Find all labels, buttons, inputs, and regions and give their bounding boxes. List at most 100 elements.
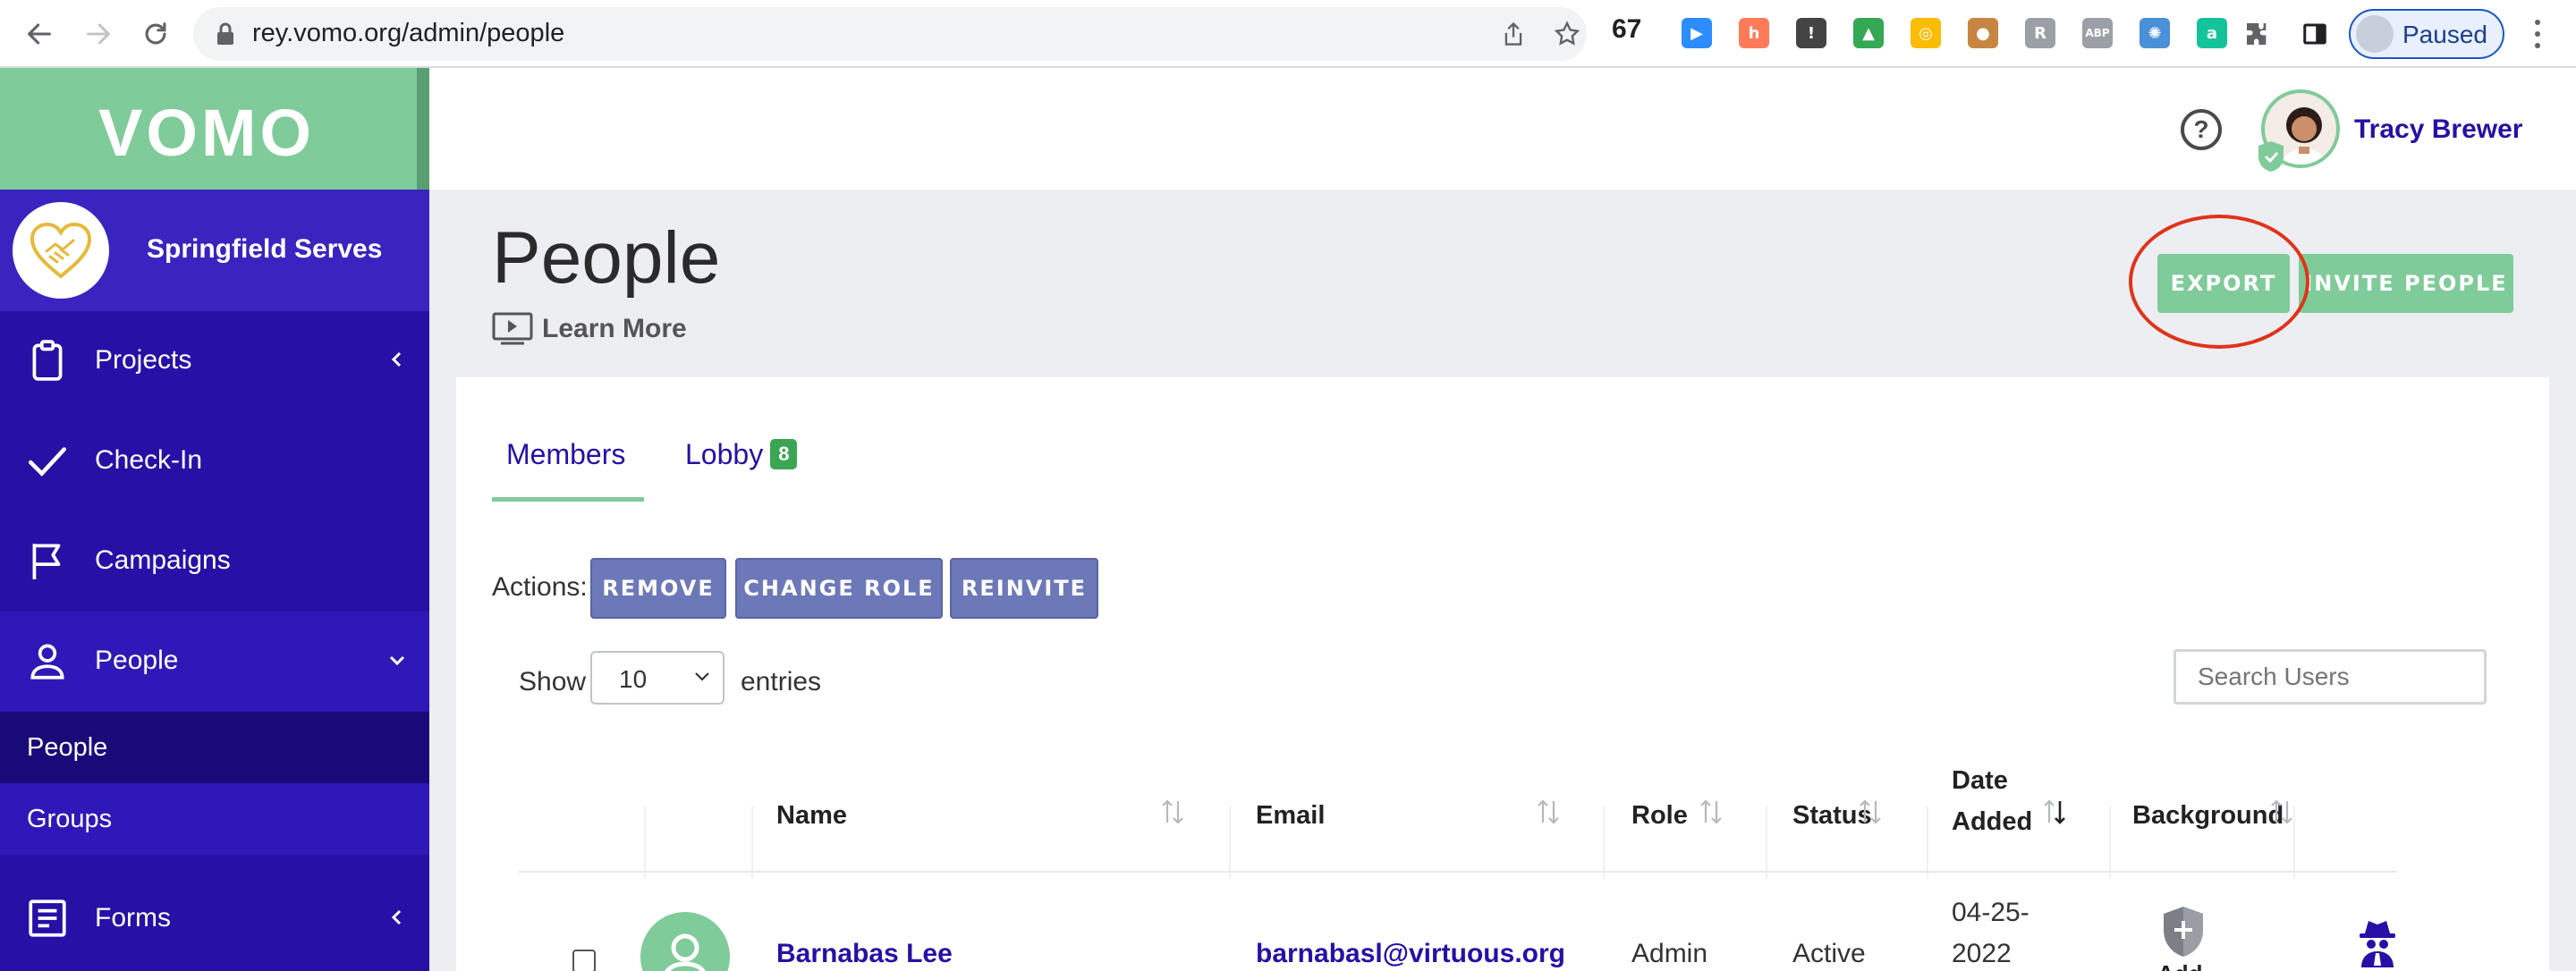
person-placeholder-icon: [665, 933, 706, 971]
column-divider: [1229, 806, 1231, 878]
share-icon[interactable]: [1497, 18, 1530, 50]
chevron-down-icon: [695, 672, 709, 681]
change-role-button[interactable]: CHANGE ROLE: [735, 558, 943, 619]
column-header-date-added[interactable]: Date Added: [1952, 760, 2050, 842]
video-play-icon: [492, 312, 533, 345]
sidebar-item-forms[interactable]: Forms: [0, 869, 429, 969]
org-name: Springfield Serves: [147, 234, 383, 264]
show-label: Show: [519, 667, 587, 697]
cookie-icon[interactable]: ●: [1968, 18, 1998, 48]
side-panel-icon[interactable]: [2299, 18, 2331, 50]
top-header: ? Tracy Brewer: [429, 68, 2576, 190]
annotation-circle: [2129, 215, 2309, 349]
entries-label: entries: [741, 667, 822, 697]
spy-detective-icon[interactable]: [2356, 917, 2399, 967]
zoom-icon[interactable]: ▶: [1682, 18, 1712, 48]
row-select-checkbox[interactable]: [572, 950, 596, 971]
entries-select[interactable]: 10: [590, 651, 724, 705]
brand-edge: [417, 68, 429, 190]
sidebar-item-label: People: [95, 646, 179, 675]
sidebar-item-check-in[interactable]: Check-In: [0, 411, 429, 511]
sidebar-subitem-people[interactable]: People: [0, 712, 429, 783]
grammarly-icon[interactable]: a: [2197, 18, 2227, 48]
browser-toolbar: rey.vomo.org/admin/people 67 ▶ h! ▲ ◎ ● R ABP ✺…: [0, 0, 2576, 68]
grey-ext-icon[interactable]: R: [2025, 18, 2055, 48]
forward-button[interactable]: [77, 13, 120, 55]
column-header-role[interactable]: Role: [1631, 801, 1688, 831]
org-switcher[interactable]: Springfield Serves: [0, 190, 429, 311]
column-header-email[interactable]: Email: [1256, 801, 1325, 831]
tab-lobby-label: Lobby: [685, 438, 764, 470]
sort-icon[interactable]: [1159, 798, 1186, 826]
active-tab-indicator: [492, 497, 644, 502]
profile-paused-button[interactable]: Paused: [2349, 9, 2504, 59]
column-header-background[interactable]: Background: [2132, 801, 2284, 831]
main-content: People Learn More EXPORT INVITE PEOPLE M…: [429, 190, 2576, 971]
reload-button[interactable]: [134, 13, 177, 55]
chevron-down-icon: [389, 655, 405, 666]
checkmark-icon: [28, 447, 67, 477]
flag-icon: [32, 544, 61, 579]
background-add-label[interactable]: Add: [2157, 960, 2203, 971]
member-name-link[interactable]: Barnabas Lee: [776, 939, 953, 969]
onepassword-icon[interactable]: !: [1796, 18, 1826, 48]
sort-icon[interactable]: [1535, 798, 1562, 826]
adblock-plus-icon[interactable]: ABP: [2082, 18, 2113, 48]
hubspot-icon[interactable]: h: [1739, 18, 1769, 48]
member-status: Active: [1792, 939, 1866, 968]
person-icon: [30, 644, 64, 680]
column-header-name[interactable]: Name: [776, 801, 847, 831]
user-name[interactable]: Tracy Brewer: [2354, 114, 2522, 145]
sidebar-item-people[interactable]: People: [0, 612, 429, 712]
help-icon[interactable]: ?: [2181, 109, 2222, 150]
learn-more-label: Learn More: [542, 314, 687, 343]
learn-more-link[interactable]: Learn More: [492, 311, 687, 347]
member-avatar: [640, 912, 730, 971]
sort-icon[interactable]: [2268, 798, 2295, 826]
sidebar-item-campaigns[interactable]: Campaigns: [0, 511, 429, 612]
address-bar[interactable]: rey.vomo.org/admin/people: [193, 7, 1587, 61]
member-date-added-line1: 04-25-: [1952, 898, 2029, 927]
brand-header[interactable]: VOMO: [0, 68, 429, 190]
extension-count[interactable]: 67: [1612, 14, 1641, 45]
sidebar-item-label: Forms: [95, 903, 171, 933]
vomo-logo: VOMO: [98, 96, 316, 170]
column-divider: [2109, 806, 2111, 878]
remove-button[interactable]: REMOVE: [590, 558, 726, 619]
chevron-left-icon: [391, 909, 402, 925]
puzzle-extensions-icon[interactable]: [2241, 18, 2274, 50]
sidebar-subitem-label: Groups: [27, 805, 113, 833]
table-header-divider: [519, 871, 2397, 873]
search-users-input[interactable]: [2174, 649, 2487, 705]
browser-menu-icon[interactable]: [2524, 16, 2551, 52]
reload-icon: [145, 22, 166, 45]
tab-lobby[interactable]: Lobby 8: [685, 438, 798, 471]
member-role: Admin: [1631, 939, 1708, 968]
column-divider: [1603, 806, 1605, 878]
member-date-added-line2: 2022: [1952, 939, 2012, 968]
background-check-shield-icon[interactable]: [2161, 905, 2206, 958]
reinvite-button[interactable]: REINVITE: [950, 558, 1098, 619]
sort-icon[interactable]: [1857, 798, 1884, 826]
clipboard-icon: [32, 340, 63, 381]
sidebar-item-label: Projects: [95, 345, 192, 375]
back-button[interactable]: [18, 13, 61, 55]
google-drive-icon[interactable]: ▲: [1853, 18, 1884, 48]
sidebar-item-label: Check-In: [95, 445, 203, 475]
sidebar-subitem-label: People: [27, 733, 108, 762]
sidebar-subitem-groups[interactable]: Groups: [0, 783, 429, 855]
sort-icon[interactable]: [1698, 798, 1724, 826]
sort-desc-icon[interactable]: [2041, 798, 2068, 826]
profile-status-label: Paused: [2402, 21, 2487, 48]
tab-members[interactable]: Members: [506, 438, 625, 471]
colorful-circle-icon[interactable]: ◎: [1911, 18, 1941, 48]
page-title: People: [492, 217, 721, 299]
forward-arrow-icon: [87, 23, 110, 45]
org-handshake-heart-icon: [13, 202, 109, 299]
gear-ext-icon[interactable]: ✺: [2140, 18, 2170, 48]
member-email-link[interactable]: barnabasl@virtuous.org: [1256, 939, 1565, 969]
verified-shield-icon: [2258, 141, 2284, 172]
bookmark-star-icon[interactable]: [1551, 18, 1583, 50]
invite-people-button[interactable]: INVITE PEOPLE: [2299, 254, 2513, 313]
sidebar-item-projects[interactable]: Projects: [0, 311, 429, 411]
